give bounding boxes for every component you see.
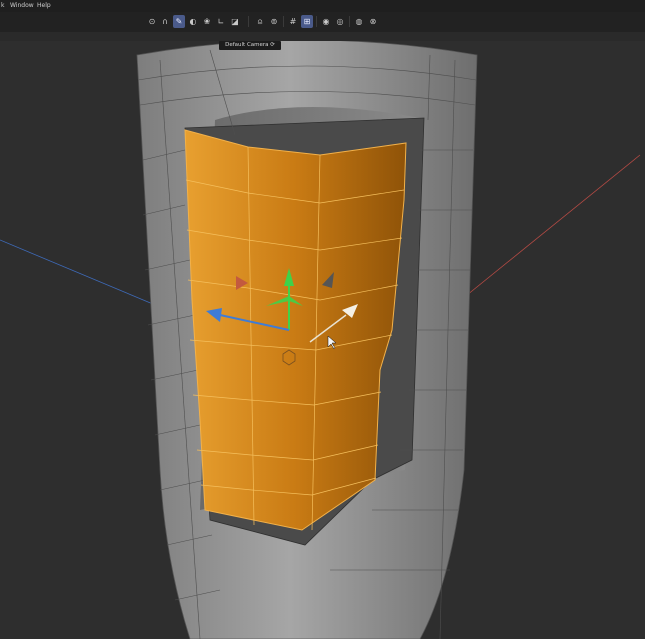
live-selection-button[interactable]: ⊙ <box>146 15 158 28</box>
checker-icon: ◪ <box>231 16 239 26</box>
toolbar-separator <box>248 16 249 27</box>
render-region-button[interactable]: ◉ <box>320 15 332 28</box>
magnet-icon: ∩ <box>162 16 168 26</box>
render-settings-button[interactable]: ◍ <box>353 15 365 28</box>
toolbar-separator <box>283 16 284 27</box>
polygon-pen-button[interactable]: ✎ <box>173 15 185 28</box>
live-selection-icon: ⊙ <box>148 16 156 26</box>
selected-polygons[interactable] <box>184 129 407 531</box>
display-button[interactable]: ⊗ <box>367 15 379 28</box>
polygon-pen-icon: ✎ <box>175 16 183 26</box>
camera-label[interactable]: Default Camera ⟳ <box>219 41 281 50</box>
render-view-icon: ◎ <box>336 16 344 26</box>
toolbar-separator <box>349 16 350 27</box>
paint-button[interactable]: ❀ <box>201 15 213 28</box>
paint-icon: ❀ <box>203 16 211 26</box>
menu-bar: k Window Help <box>0 0 645 12</box>
magnet-button[interactable]: ∩ <box>159 15 171 28</box>
display-icon: ⊗ <box>369 16 377 26</box>
render-region-icon: ◉ <box>322 16 330 26</box>
viewport-canvas[interactable] <box>0 41 645 639</box>
snap-button[interactable]: ⊚ <box>268 15 280 28</box>
menu-window[interactable]: Window <box>10 0 34 12</box>
checker-button[interactable]: ◪ <box>229 15 241 28</box>
lock-icon: ⍝ <box>257 16 263 26</box>
grid-snap-icon: ⊞ <box>303 16 311 26</box>
toolbar-separator <box>316 16 317 27</box>
render-settings-icon: ◍ <box>355 16 363 26</box>
render-view-button[interactable]: ◎ <box>334 15 346 28</box>
axis-button[interactable]: ∟ <box>215 15 227 28</box>
grid-icon: # <box>289 16 297 26</box>
snap-icon: ⊚ <box>270 16 278 26</box>
toolbar: ⊙ ∩ ✎ ◐ ❀ ∟ ◪ ⍝ ⊚ # ⊞ ◉ ◎ ◍ ⊗ <box>0 12 645 32</box>
lock-button[interactable]: ⍝ <box>254 15 266 28</box>
sculpt-button[interactable]: ◐ <box>187 15 199 28</box>
grid-button[interactable]: # <box>287 15 299 28</box>
menu-help[interactable]: Help <box>37 0 51 12</box>
grid-snap-button[interactable]: ⊞ <box>301 15 313 28</box>
axis-icon: ∟ <box>217 16 225 26</box>
sculpt-icon: ◐ <box>189 16 197 26</box>
menu-edge-fragment: k <box>1 2 5 9</box>
